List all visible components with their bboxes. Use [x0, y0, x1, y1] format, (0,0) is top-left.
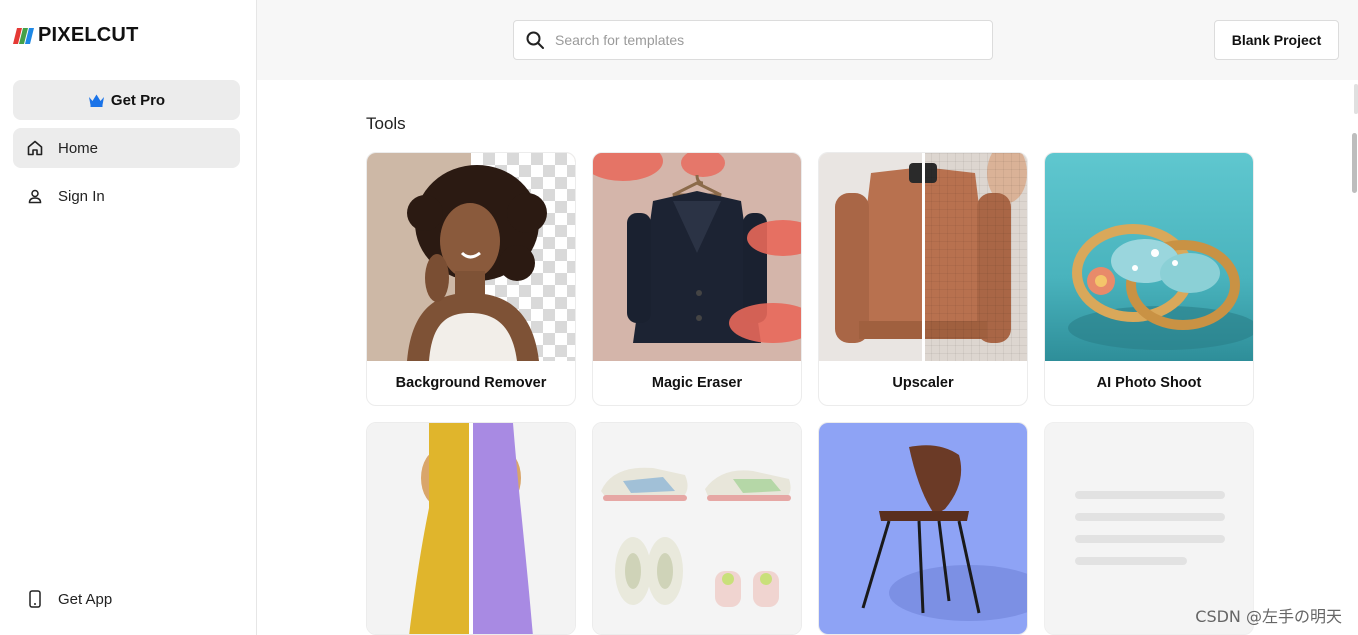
tool-card-label: AI Photo Shoot [1096, 375, 1202, 391]
logo-mark-icon [13, 27, 34, 44]
blank-project-button[interactable]: Blank Project [1214, 20, 1339, 60]
user-icon [26, 187, 44, 205]
phone-icon [26, 590, 44, 608]
chair-image [819, 423, 1027, 634]
scrollbar-top [1354, 84, 1358, 114]
search-icon [526, 31, 544, 49]
app-root: PIXELCUT Get Pro Home Sign In Get App Se… [0, 0, 1358, 635]
sidebar: PIXELCUT Get Pro Home Sign In Get App [0, 0, 257, 635]
home-icon [26, 139, 44, 157]
tool-card-product-photos[interactable] [592, 422, 802, 635]
tool-card-magic-eraser[interactable]: Magic Eraser [592, 152, 802, 406]
top-header: Blank Project [257, 0, 1358, 80]
tool-card-label: Background Remover [395, 375, 547, 391]
sidebar-item-get-app[interactable]: Get App [13, 579, 240, 619]
search-input[interactable] [555, 32, 955, 48]
sidebar-item-label: Sign In [58, 187, 105, 205]
sidebar-item-label: Home [58, 139, 99, 157]
crown-icon [88, 94, 104, 107]
tool-card-ai-background[interactable] [818, 422, 1028, 635]
tool-card-label: Magic Eraser [651, 375, 743, 391]
section-title-tools: Tools [366, 114, 406, 133]
tool-card-label: Upscaler [892, 375, 954, 391]
scrollbar-thumb[interactable] [1352, 133, 1357, 193]
sneakers-image [593, 423, 801, 634]
tool-card-background-remover[interactable]: Background Remover [366, 152, 576, 406]
sidebar-item-label: Get App [58, 590, 113, 608]
background-remover-image [367, 153, 575, 361]
upscaler-image [819, 153, 1027, 361]
tool-card-ai-photo-shoot[interactable]: AI Photo Shoot [1044, 152, 1254, 406]
watermark: CSDN @左手の明天 [1195, 607, 1342, 626]
dress-recolor-image [367, 423, 575, 634]
sidebar-item-sign-in[interactable]: Sign In [13, 176, 240, 216]
sidebar-item-home[interactable]: Home [13, 128, 240, 168]
ai-photo-shoot-image [1045, 153, 1253, 361]
search-box[interactable] [513, 20, 993, 60]
tool-card-recolor[interactable] [366, 422, 576, 635]
pixelcut-logo[interactable]: PIXELCUT [13, 24, 139, 47]
magic-eraser-image [593, 153, 801, 361]
tool-card-upscaler[interactable]: Upscaler [818, 152, 1028, 406]
get-pro-button[interactable]: Get Pro [13, 80, 240, 120]
get-pro-label: Get Pro [110, 91, 166, 109]
logo-text: PIXELCUT [38, 24, 139, 46]
